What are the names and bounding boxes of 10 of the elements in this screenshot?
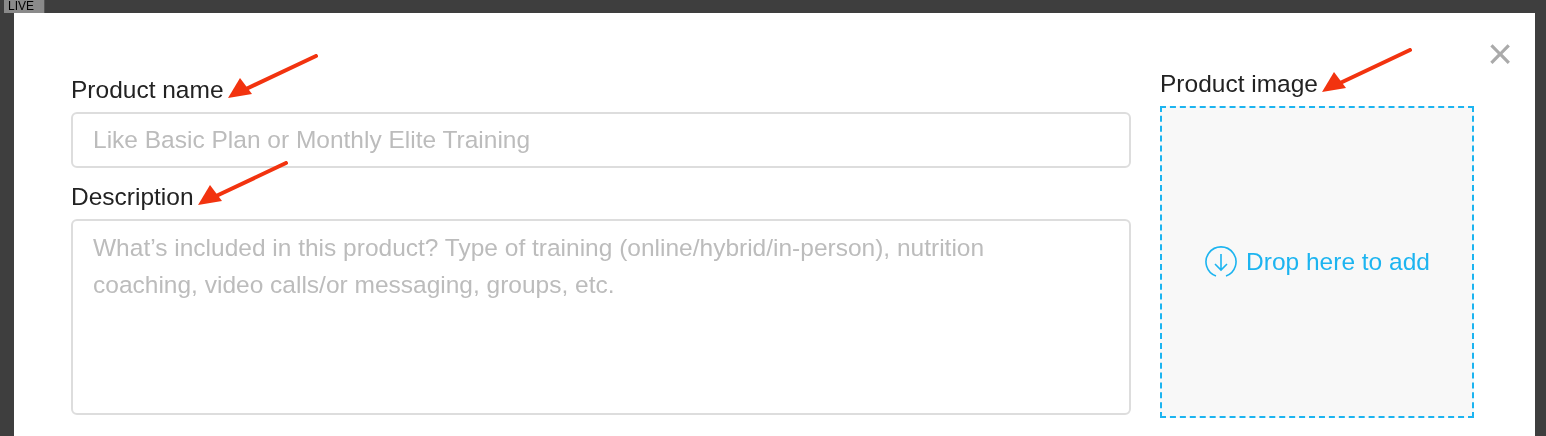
image-drop-zone[interactable]: Drop here to add <box>1160 106 1474 418</box>
close-button[interactable]: × <box>1487 37 1513 71</box>
drop-hint: Drop here to add <box>1246 246 1430 277</box>
field-label: Product image <box>1160 71 1318 97</box>
field-label: Description <box>71 184 194 210</box>
product-name-field[interactable]: Like Basic Plan or Monthly Elite Training <box>71 112 1131 168</box>
download-icon <box>1204 245 1239 279</box>
description-field[interactable]: What’s included in this product? Type of training (online/hybrid/in-person), nutrition coaching, video calls/or messaging, groups, etc. <box>71 219 1131 415</box>
field-label: Product name <box>71 77 224 103</box>
tab-label: LIVE <box>4 0 45 13</box>
